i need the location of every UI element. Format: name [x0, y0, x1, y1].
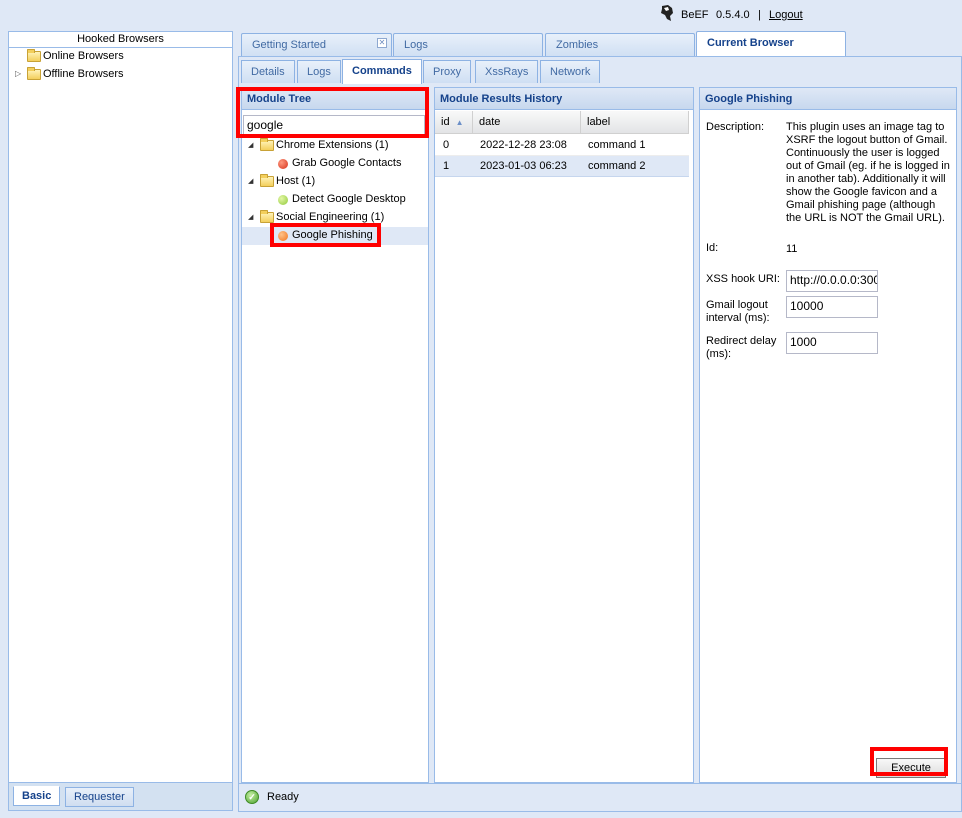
label-line: (ms):: [706, 348, 732, 360]
folder-open-icon: [260, 138, 274, 151]
cell-label: command 2: [588, 160, 646, 172]
description-line: the URL is NOT the Gmail URL).: [786, 212, 945, 224]
description-line: Gmail phishing page (although: [786, 199, 936, 211]
table-row[interactable]: 1 2023-01-03 06:23 command 2: [435, 156, 689, 177]
tab-basic[interactable]: Basic: [13, 786, 61, 806]
highlight-box-module-tree: [236, 87, 429, 138]
hooked-browsers-title: Hooked Browsers: [77, 33, 164, 45]
tab-proxy[interactable]: Proxy: [423, 60, 472, 83]
tab-zombies[interactable]: Zombies: [545, 33, 695, 57]
column-header-label[interactable]: label: [581, 111, 689, 134]
top-bar: BeEF 0.5.4.0 | Logout: [0, 0, 962, 30]
status-red-icon: [278, 159, 288, 169]
current-browser-frame: Details Logs Commands Proxy XssRays Netw…: [238, 56, 962, 812]
module-detail-header: Google Phishing: [700, 88, 956, 110]
tree-item-label: Online Browsers: [43, 50, 124, 62]
category-label: Host (1): [276, 175, 316, 187]
tab-logs[interactable]: Logs: [393, 33, 543, 57]
description-text: This plugin uses an image tag to XSRF th…: [786, 121, 956, 225]
hooked-browsers-panel: Hooked Browsers Online Browsers ▷ Offlin…: [8, 31, 233, 811]
description-line: show the Google favicon and a: [786, 186, 938, 198]
label-line: Gmail logout: [706, 299, 768, 311]
tree-item-label: Offline Browsers: [43, 68, 124, 80]
cell-date: 2022-12-28 23:08: [480, 139, 567, 151]
status-text: Ready: [267, 791, 299, 803]
description-line: XSRF the logout button of Gmail.: [786, 134, 948, 146]
check-icon: ✓: [245, 790, 259, 804]
beef-logo-icon: [661, 5, 673, 21]
main-tabbar: Getting Started ✕ Logs Zombies Current B…: [238, 31, 962, 57]
cell-label: command 1: [588, 139, 646, 151]
label-line: interval (ms):: [706, 312, 770, 324]
module-label: Grab Google Contacts: [292, 157, 402, 169]
module-label: Detect Google Desktop: [292, 193, 406, 205]
xss-hook-label: XSS hook URI:: [706, 273, 780, 285]
collapse-arrow-icon[interactable]: ◢: [248, 209, 253, 226]
tab-commands[interactable]: Commands: [342, 59, 422, 84]
tab-xssrays[interactable]: XssRays: [475, 60, 539, 83]
folder-open-icon: [260, 210, 274, 223]
description-line: Continuously the user is logged: [786, 147, 940, 159]
status-bar: ✓ Ready: [239, 783, 961, 811]
app-version: 0.5.4.0: [716, 9, 750, 21]
column-header-date[interactable]: date: [473, 111, 581, 134]
tab-network[interactable]: Network: [540, 60, 601, 83]
id-label: Id:: [706, 242, 719, 254]
id-value: 11: [786, 243, 798, 255]
results-history-panel: Module Results History id ▲ date label 0…: [434, 87, 694, 783]
description-label: Description:: [706, 121, 765, 133]
cell-id: 0: [443, 139, 450, 151]
column-label: id: [441, 116, 450, 128]
table-row[interactable]: 0 2022-12-28 23:08 command 1: [435, 135, 689, 156]
label-line: Redirect delay: [706, 335, 777, 347]
cell-id: 1: [443, 160, 450, 172]
logout-interval-label: Gmail logout interval (ms):: [706, 299, 770, 325]
status-green-icon: [278, 195, 288, 205]
logout-link[interactable]: Logout: [769, 9, 803, 21]
logout-interval-input[interactable]: 10000: [786, 296, 878, 318]
description-line: in another tab). Additionally it will: [786, 173, 946, 185]
folder-icon: [27, 49, 41, 62]
description-line: This plugin uses an image tag to: [786, 121, 945, 133]
left-bottom-tabbar: Basic Requester: [9, 782, 232, 810]
sort-asc-icon: ▲: [455, 118, 464, 127]
collapse-arrow-icon[interactable]: ◢: [248, 137, 253, 154]
expand-arrow-icon[interactable]: ▷: [15, 65, 21, 83]
tab-label: Getting Started: [252, 39, 326, 51]
highlight-box-google-phishing: [270, 223, 381, 247]
redirect-delay-label: Redirect delay (ms):: [706, 335, 776, 361]
module-tree-panel: Module Tree ◢ Chrome Extensions (1) Grab…: [241, 87, 429, 783]
xss-hook-uri-input[interactable]: http://0.0.0.0:3000/demos/basic.html: [786, 270, 878, 292]
tab-details[interactable]: Details: [241, 60, 295, 83]
category-label: Chrome Extensions (1): [276, 139, 389, 151]
folder-open-icon: [260, 174, 274, 187]
tab-getting-started[interactable]: Getting Started ✕: [241, 33, 392, 57]
column-header-id[interactable]: id ▲: [435, 111, 473, 134]
folder-icon: [27, 67, 41, 80]
collapse-arrow-icon[interactable]: ◢: [248, 173, 253, 190]
tab-sub-logs[interactable]: Logs: [297, 60, 341, 83]
module-detail-panel: Google Phishing Description: This plugin…: [699, 87, 957, 783]
description-line: out of Gmail (eg. if he is logged in: [786, 160, 950, 172]
highlight-box-execute: [870, 747, 948, 776]
hooked-browsers-header: Hooked Browsers: [9, 32, 232, 48]
header-separator: |: [758, 9, 761, 21]
redirect-delay-input[interactable]: 1000: [786, 332, 878, 354]
close-icon[interactable]: ✕: [377, 38, 387, 48]
tab-current-browser[interactable]: Current Browser: [696, 31, 846, 57]
cell-date: 2023-01-03 06:23: [480, 160, 567, 172]
tab-requester[interactable]: Requester: [65, 787, 134, 807]
app-name: BeEF: [681, 9, 709, 21]
results-history-header: Module Results History: [435, 88, 693, 110]
